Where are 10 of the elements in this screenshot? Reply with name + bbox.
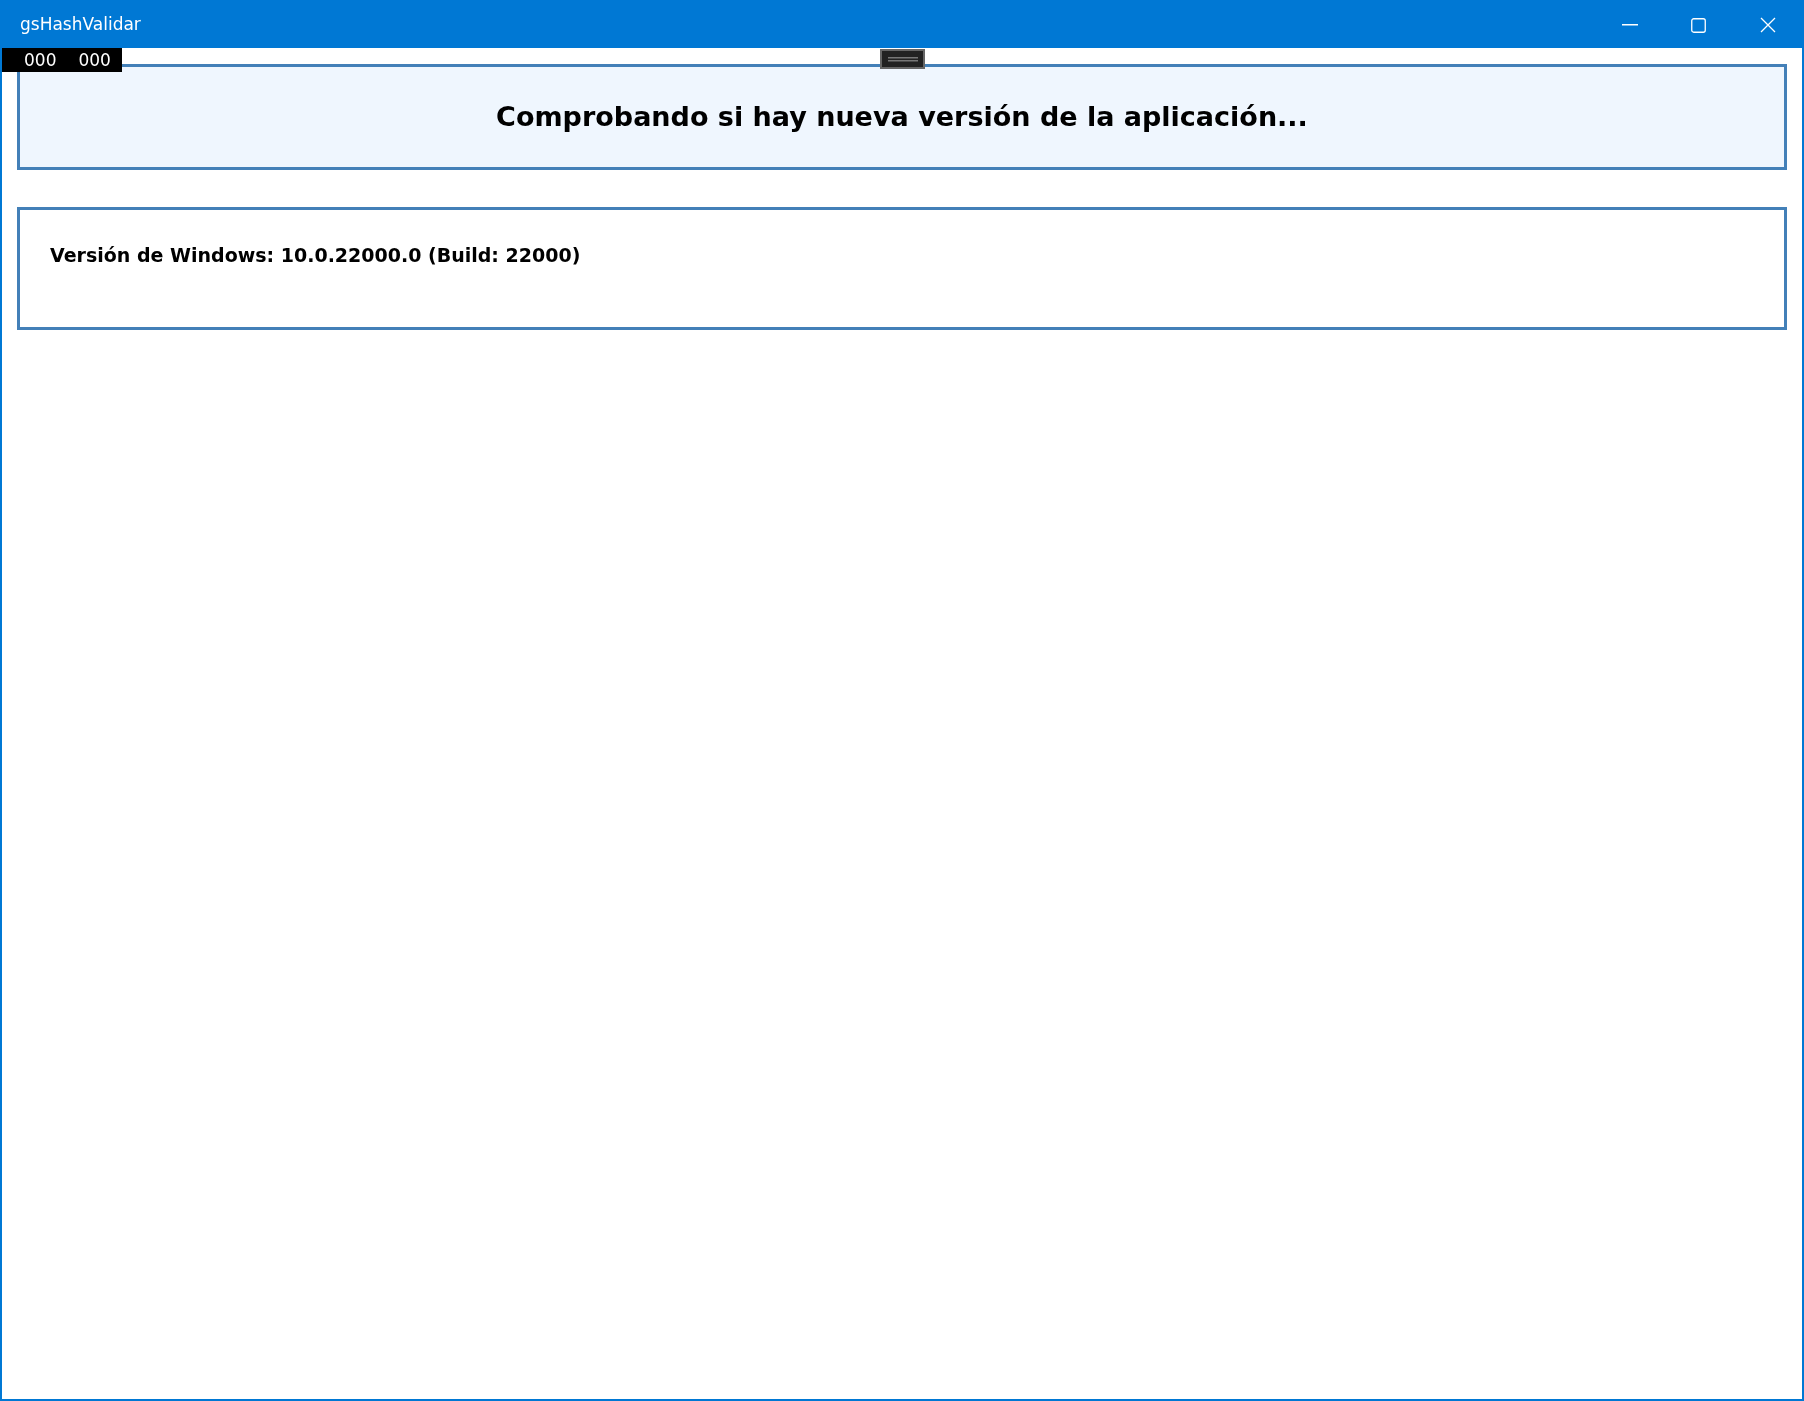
debug-toolbar-handle[interactable] bbox=[880, 49, 925, 69]
minimize-icon bbox=[1621, 24, 1638, 26]
status-message: Comprobando si hay nueva versión de la aplicación... bbox=[496, 99, 1308, 134]
window-title: gsHashValidar bbox=[20, 13, 141, 37]
maximize-icon bbox=[1691, 17, 1706, 33]
frame-counter-value: 000 bbox=[24, 51, 57, 69]
windows-version-text: Versión de Windows: 10.0.22000.0 (Build: 22000) bbox=[50, 244, 581, 266]
grip-icon bbox=[887, 56, 918, 62]
close-icon bbox=[1759, 17, 1776, 33]
frame-counter-value: 000 bbox=[78, 51, 111, 69]
